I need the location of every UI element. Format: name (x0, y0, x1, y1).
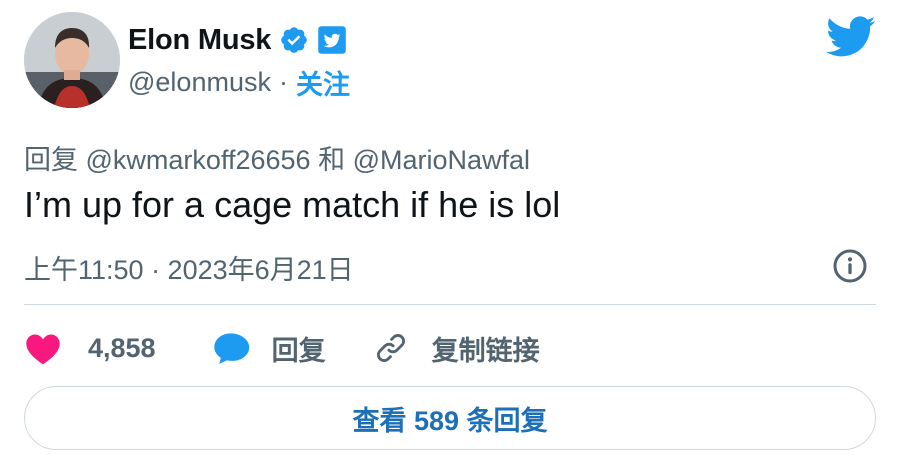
reply-joiner: 和 (318, 145, 346, 175)
copy-link-button[interactable]: 复制链接 (374, 329, 540, 368)
reply-button[interactable]: 回复 (212, 329, 374, 368)
info-icon[interactable] (832, 248, 868, 284)
speech-bubble-icon (213, 333, 249, 364)
follow-button[interactable]: 关注 (296, 63, 350, 102)
reply-label: 回复 (271, 335, 326, 366)
link-icon (376, 334, 405, 362)
view-replies-button[interactable]: 查看 589 条回复 (24, 386, 876, 450)
mention-link-marionawfal[interactable]: @MarioNawfal (353, 145, 530, 175)
twitter-box-icon (318, 26, 346, 54)
mention-link-kwmarkoff26656[interactable]: @kwmarkoff26656 (86, 145, 311, 175)
action-bar: 4,858 回复 复制链接 (24, 326, 540, 370)
avatar-photo (24, 12, 120, 108)
like-button[interactable]: 4,858 (24, 331, 212, 365)
tweet-text: I’m up for a cage match if he is lol (24, 184, 561, 225)
divider (24, 304, 876, 305)
reply-prefix: 回复 (24, 145, 78, 175)
twitter-bird-icon[interactable] (826, 16, 876, 58)
tweet-timestamp[interactable]: 上午11:50 · 2023年6月21日 (24, 248, 354, 287)
author-name[interactable]: Elon Musk (128, 24, 271, 57)
separator-dot: · (278, 66, 288, 97)
author-handle[interactable]: @elonmusk (128, 67, 271, 98)
reply-context: 回复 @kwmarkoff26656 和 @MarioNawfal (24, 138, 530, 177)
heart-icon (26, 334, 60, 365)
like-count: 4,858 (88, 332, 156, 363)
verified-badge-icon (281, 27, 308, 53)
avatar[interactable] (24, 12, 120, 108)
copy-link-label: 复制链接 (431, 335, 540, 366)
